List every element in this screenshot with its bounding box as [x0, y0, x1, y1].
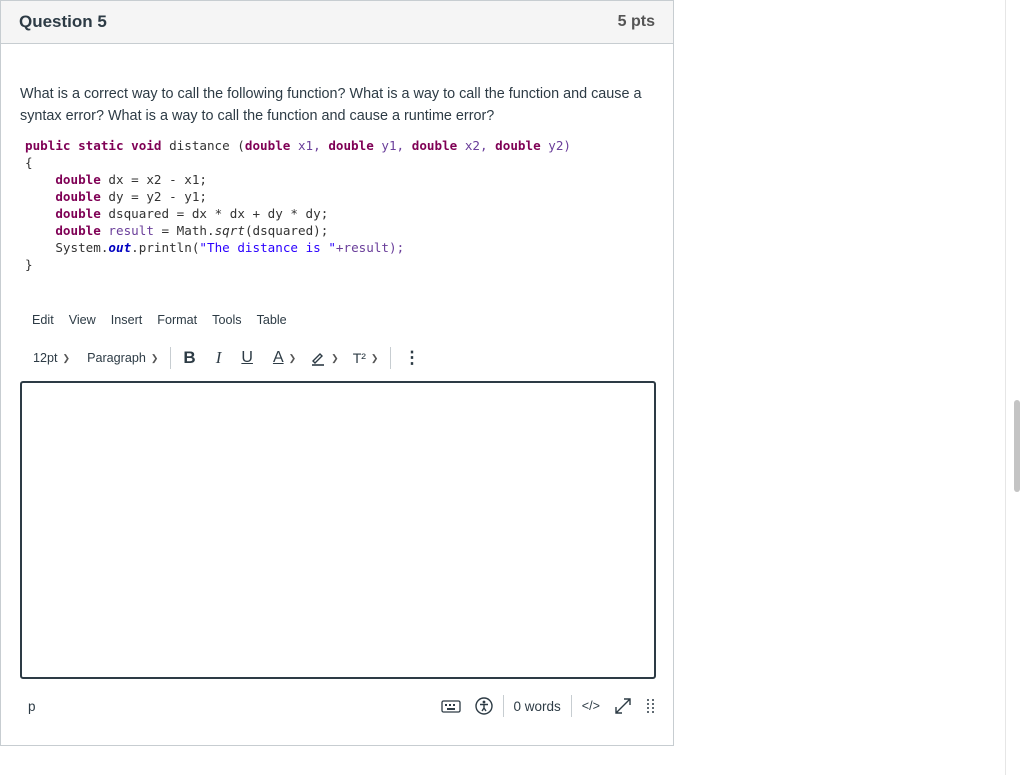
accessibility-icon[interactable] [474, 697, 493, 715]
code-signature: public static void distance (double x1, … [25, 138, 571, 153]
code-open-brace: { [25, 155, 33, 170]
editor-toolbar: 12pt ❯ Paragraph ❯ B I U A ❯ ❯ T² ❯ ⋮ [33, 345, 420, 371]
italic-button[interactable]: I [216, 348, 222, 368]
more-options-button[interactable]: ⋮ [403, 348, 420, 368]
html-editor-toggle[interactable]: </> [582, 699, 600, 713]
code-line: System.out.println("The distance is "+re… [55, 240, 405, 255]
status-divider [502, 695, 504, 717]
underline-button[interactable]: U [241, 349, 253, 367]
menu-table[interactable]: Table [257, 313, 287, 327]
editor-menubar: Edit View Insert Format Tools Table [32, 313, 302, 327]
question-title: Question 5 [19, 12, 107, 31]
highlighter-icon [312, 353, 325, 366]
editor-statusbar: p 0 words </> [20, 691, 656, 721]
fullscreen-icon[interactable] [614, 697, 632, 715]
chevron-down-icon: ❯ [331, 352, 339, 363]
toolbar-divider [390, 347, 392, 369]
code-line: double dx = x2 - x1; [55, 172, 207, 187]
chevron-down-icon: ❯ [62, 352, 71, 363]
question-header: Question 5 5 pts [1, 1, 673, 44]
page-scroll-track [1005, 0, 1006, 775]
statusbar-tools: 0 words </> [440, 695, 657, 717]
superscript-button[interactable]: T² ❯ [353, 350, 379, 366]
chevron-down-icon: ❯ [150, 352, 159, 363]
code-close-brace: } [25, 257, 33, 272]
resize-handle-icon[interactable] [646, 697, 656, 715]
chevron-down-icon: ❯ [288, 352, 297, 363]
code-line: double dy = y2 - y1; [55, 189, 207, 204]
element-path[interactable]: p [28, 699, 36, 714]
page-scrollbar-thumb[interactable] [1014, 400, 1020, 492]
bold-button[interactable]: B [183, 348, 195, 368]
code-block: public static void distance (double x1, … [25, 137, 571, 273]
question-points: 5 pts [617, 13, 655, 30]
font-size-select[interactable]: 12pt ❯ [33, 351, 70, 365]
menu-insert[interactable]: Insert [111, 313, 143, 327]
menu-format[interactable]: Format [157, 313, 197, 327]
menu-tools[interactable]: Tools [212, 313, 241, 327]
keyboard-icon[interactable] [440, 699, 461, 713]
block-format-select[interactable]: Paragraph ❯ [87, 351, 158, 365]
question-text: What is a correct way to call the follow… [20, 86, 642, 124]
question-card: Question 5 5 pts What is a correct way t… [0, 0, 674, 746]
toolbar-divider [170, 347, 172, 369]
menu-edit[interactable]: Edit [32, 313, 54, 327]
code-line: double result = Math.sqrt(dsquared); [55, 223, 329, 238]
text-color-button[interactable]: A ❯ [273, 349, 296, 367]
menu-view[interactable]: View [69, 313, 96, 327]
answer-editor[interactable] [20, 381, 656, 679]
word-count[interactable]: 0 words [514, 699, 561, 714]
highlight-color-button[interactable]: ❯ [310, 350, 339, 366]
status-divider [570, 695, 572, 717]
code-line: double dsquared = dx * dx + dy * dy; [55, 206, 329, 221]
chevron-down-icon: ❯ [370, 352, 379, 363]
